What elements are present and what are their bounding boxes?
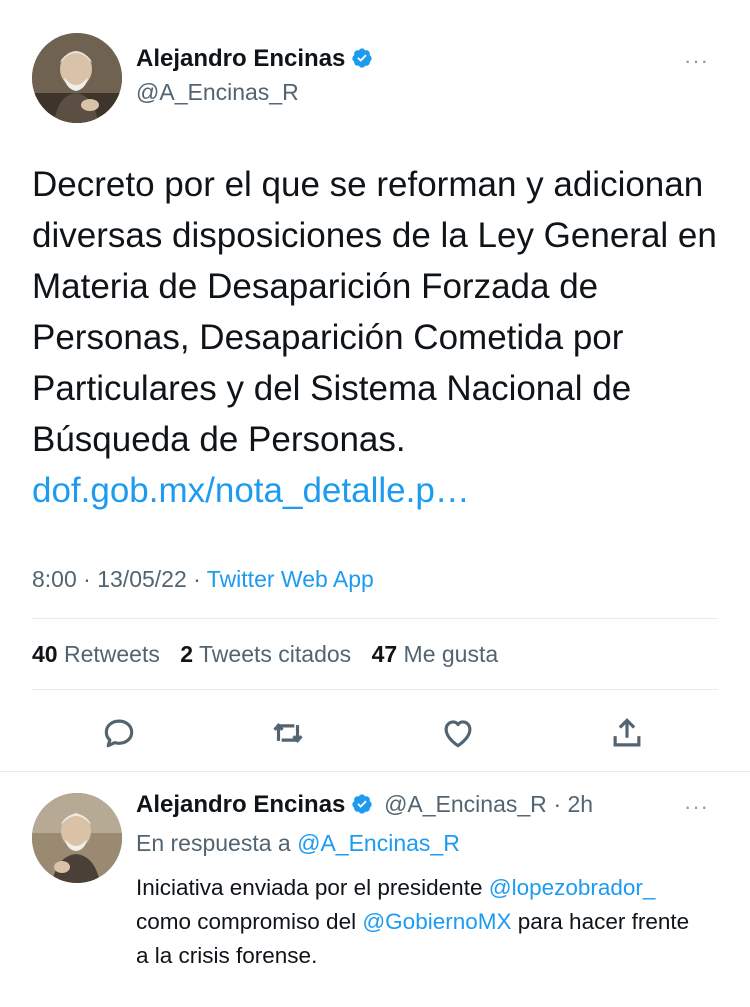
divider [0, 771, 750, 772]
likes-label: Me gusta [403, 641, 499, 667]
retweet-icon [273, 723, 303, 743]
reply-author-handle[interactable]: @A_Encinas_R [384, 791, 547, 817]
retweets-count: 40 [32, 641, 58, 667]
reply-age[interactable]: · 2h [553, 791, 593, 817]
quotes-count: 2 [180, 641, 194, 667]
avatar-image [32, 33, 122, 123]
verified-badge-icon [352, 794, 373, 814]
reply-more-options-icon[interactable]: ··· [684, 794, 709, 820]
more-options-icon[interactable]: ··· [684, 48, 709, 74]
verified-badge-icon [352, 48, 373, 68]
reply-author-line: Alejandro Encinas @A_Encinas_R · 2h [136, 791, 593, 819]
mention-gobiernomx[interactable]: @GobiernoMX [362, 909, 511, 934]
reply-text: Iniciativa enviada por el presidente @lo… [136, 871, 696, 973]
reply-icon [104, 719, 134, 748]
meta-separator: · [193, 566, 201, 592]
tweet-meta: 8:00 · 13/05/22 · Twitter Web App [32, 566, 374, 593]
in-reply-handle[interactable]: @A_Encinas_R [297, 830, 460, 856]
retweet-button[interactable] [268, 713, 308, 753]
tweet-date[interactable]: 13/05/22 [97, 566, 187, 592]
reply-button[interactable] [99, 713, 139, 753]
tweet-source[interactable]: Twitter Web App [207, 566, 374, 592]
like-icon [444, 720, 472, 748]
author-name[interactable]: Alejandro Encinas [136, 45, 373, 73]
share-icon [613, 718, 641, 747]
author-handle[interactable]: @A_Encinas_R [136, 79, 299, 106]
author-avatar[interactable] [32, 33, 122, 123]
retweets-label: Retweets [63, 641, 160, 667]
likes-count: 47 [371, 641, 398, 667]
mention-lopezobrador[interactable]: @lopezobrador_ [489, 875, 656, 900]
tweet-link[interactable]: dof.gob.mx/nota_detalle.p… [32, 471, 470, 510]
divider [32, 689, 718, 690]
tweet-stats: 40 Retweets 2 Tweets citados 47 Me gusta [32, 641, 512, 668]
quotes-stat[interactable]: 2 Tweets citados [180, 641, 351, 667]
tweet-time[interactable]: 8:00 [32, 566, 77, 592]
likes-stat[interactable]: 47 Me gusta [372, 641, 499, 667]
author-name-text[interactable]: Alejandro Encinas [136, 45, 345, 72]
retweets-stat[interactable]: 40 Retweets [32, 641, 160, 667]
reply-text-part1: Iniciativa enviada por el presidente [136, 875, 483, 900]
tweet-text: Decreto por el que se reforman y adicion… [32, 159, 722, 516]
avatar-image [32, 793, 122, 883]
quotes-label: Tweets citados [199, 641, 352, 667]
reply-author-avatar[interactable] [32, 793, 122, 883]
in-reply-to: En respuesta a @A_Encinas_R [136, 830, 460, 857]
in-reply-prefix: En respuesta a [136, 830, 291, 856]
reply-author-name[interactable]: Alejandro Encinas [136, 791, 345, 818]
like-button[interactable] [438, 713, 478, 753]
reply-text-part2: como compromiso del [136, 909, 357, 934]
tweet-body: Decreto por el que se reforman y adicion… [32, 165, 717, 459]
share-button[interactable] [607, 713, 647, 753]
meta-separator: · [83, 566, 91, 592]
divider [32, 618, 718, 619]
